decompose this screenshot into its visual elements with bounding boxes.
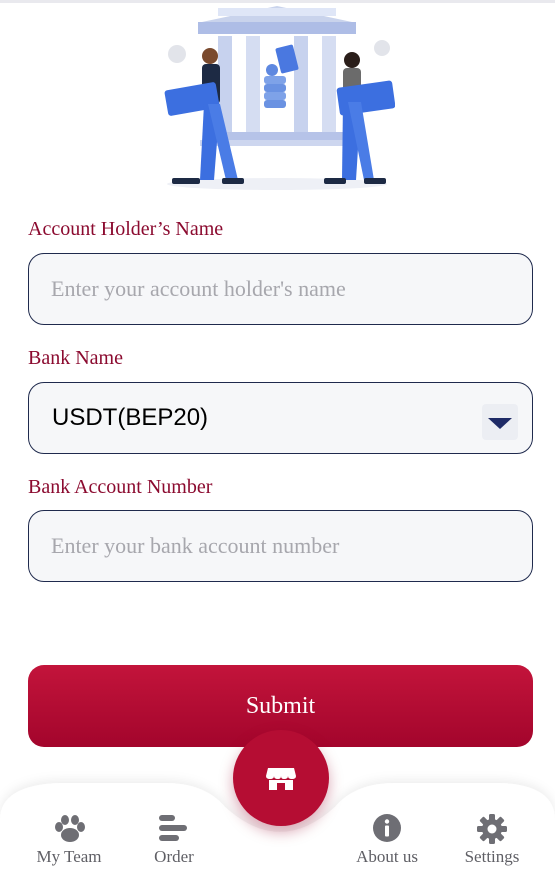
info-icon [373,814,401,842]
paw-icon [55,815,85,842]
chevron-down-icon[interactable] [482,404,518,440]
nav-label-order: Order [154,847,194,866]
store-button[interactable] [233,730,329,826]
account-number-label: Bank Account Number [28,476,213,498]
bank-name-select[interactable]: USDT(BEP20) [28,382,533,454]
nav-label-about-us: About us [356,847,418,866]
store-icon [266,768,296,790]
top-divider [0,0,555,3]
nav-label-settings: Settings [464,847,520,866]
holder-name-label: Account Holder’s Name [28,218,224,240]
nav-label-my-team: My Team [36,847,102,866]
bars-icon [159,815,187,841]
bank-name-label: Bank Name [28,347,123,369]
holder-name-field[interactable] [28,253,533,325]
bank-name-value: USDT(BEP20) [52,404,209,431]
holder-name-input[interactable] [29,254,532,324]
account-number-field[interactable] [28,510,533,582]
gear-icon [477,814,507,844]
account-number-input[interactable] [29,511,532,581]
bank-illustration [164,6,395,190]
